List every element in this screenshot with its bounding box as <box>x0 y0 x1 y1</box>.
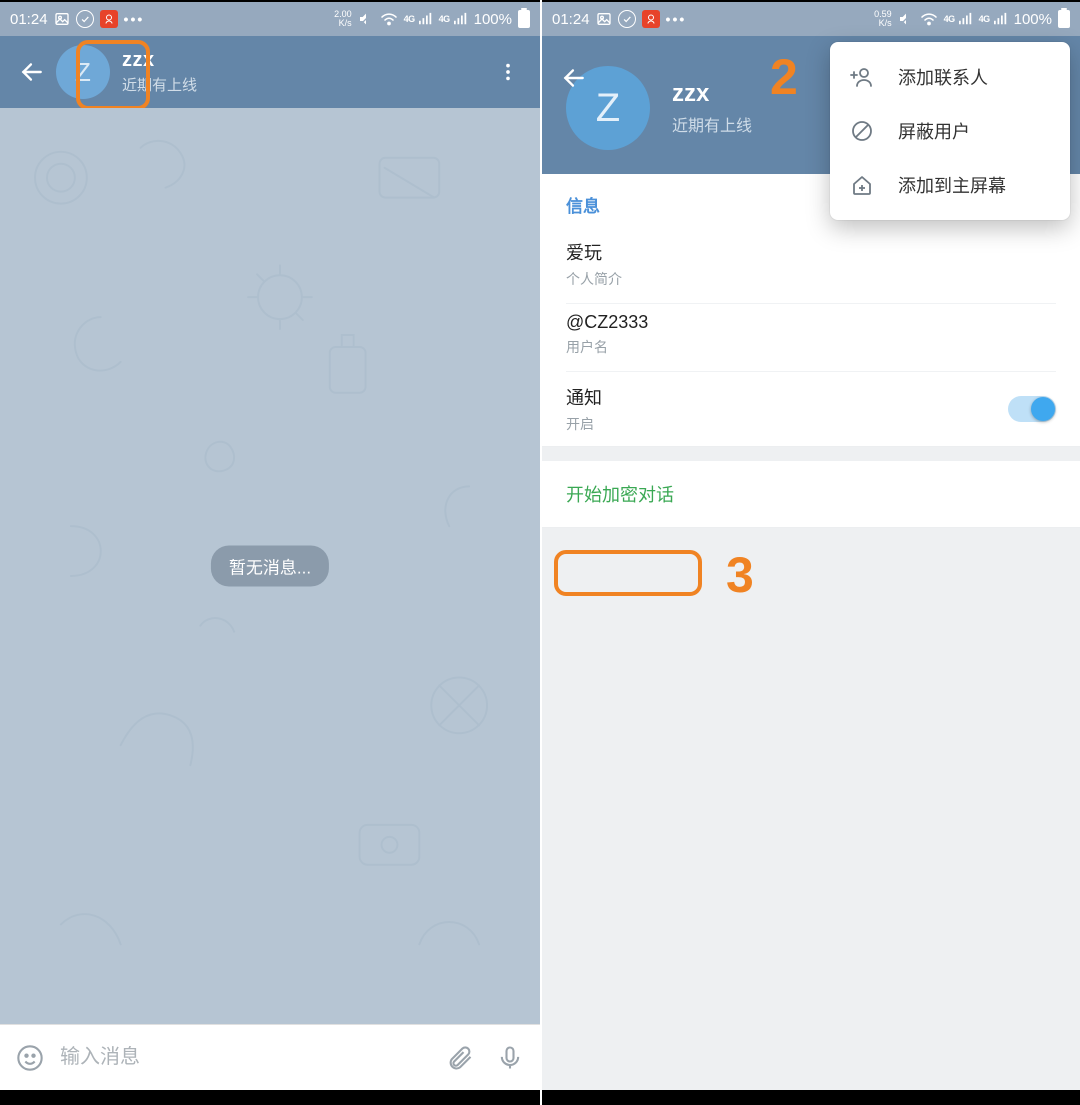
mute-icon <box>358 11 374 27</box>
menu-block-user[interactable]: 屏蔽用户 <box>830 104 1070 158</box>
back-button[interactable] <box>8 48 56 96</box>
emoji-button[interactable] <box>10 1038 50 1078</box>
start-secret-chat[interactable]: 开始加密对话 <box>542 461 1080 528</box>
username-value: @CZ2333 <box>566 312 1056 333</box>
notifications-row[interactable]: 通知 开启 <box>566 372 1056 438</box>
avatar-letter: Z <box>596 86 620 131</box>
chat-background: 暂无消息... <box>0 108 540 1024</box>
message-input-bar <box>0 1024 540 1090</box>
status-bar: 01:24 ••• 2.00 K/s <box>0 0 540 36</box>
username-row[interactable]: @CZ2333 用户名 <box>566 304 1056 372</box>
section-divider <box>542 447 1080 461</box>
block-icon <box>850 119 874 143</box>
network-4g-label-2: 4G <box>979 14 990 24</box>
status-time: 01:24 <box>552 11 590 28</box>
notification-app-icon <box>642 10 660 28</box>
bio-value: 爱玩 <box>566 239 1056 265</box>
start-secret-chat-label: 开始加密对话 <box>566 485 674 505</box>
left-screenshot: 01:24 ••• 2.00 K/s <box>0 0 540 1105</box>
profile-status: 近期有上线 <box>672 112 752 136</box>
battery-percent: 100% <box>474 11 512 28</box>
mic-button[interactable] <box>490 1038 530 1078</box>
more-notifications-icon: ••• <box>666 11 687 27</box>
contact-status: 近期有上线 <box>122 74 197 95</box>
signal-icon-2 <box>994 12 1008 26</box>
empty-chat-message: 暂无消息... <box>211 546 329 587</box>
network-4g-label: 4G <box>944 14 955 24</box>
chat-app-bar: Z zzx 近期有上线 <box>0 36 540 108</box>
contact-avatar[interactable]: Z <box>56 45 110 99</box>
more-notifications-icon: ••• <box>124 11 145 27</box>
image-icon <box>54 11 70 27</box>
image-icon <box>596 11 612 27</box>
back-button[interactable] <box>550 54 598 102</box>
overflow-menu: 添加联系人 屏蔽用户 添加到主屏幕 <box>830 42 1070 220</box>
profile-name: zzx <box>672 80 752 108</box>
network-speed: 0.59 K/s <box>874 10 892 28</box>
attach-button[interactable] <box>440 1038 480 1078</box>
wifi-icon <box>920 12 938 26</box>
android-nav-bar <box>0 1090 540 1105</box>
network-speed: 2.00 K/s <box>334 10 352 28</box>
notifications-status: 开启 <box>566 414 602 434</box>
menu-item-label: 屏蔽用户 <box>898 118 970 144</box>
avatar-letter: Z <box>75 57 91 88</box>
menu-item-label: 添加联系人 <box>898 64 988 90</box>
mute-icon <box>898 11 914 27</box>
notifications-toggle[interactable] <box>1008 396 1056 422</box>
android-nav-bar <box>542 1090 1080 1105</box>
battery-icon <box>1058 10 1070 28</box>
battery-icon <box>518 10 530 28</box>
home-plus-icon <box>850 173 874 197</box>
right-screenshot: 01:24 ••• 0.59 K/s <box>540 0 1080 1105</box>
menu-add-contact[interactable]: 添加联系人 <box>830 50 1070 104</box>
menu-item-label: 添加到主屏幕 <box>898 172 1006 198</box>
network-4g-label-2: 4G <box>439 14 450 24</box>
message-input[interactable] <box>60 1046 430 1069</box>
contact-name: zzx <box>122 49 197 72</box>
annotation-number-3: 3 <box>726 546 754 604</box>
network-4g-label: 4G <box>404 14 415 24</box>
bio-label: 个人简介 <box>566 269 1056 289</box>
wifi-icon <box>380 12 398 26</box>
status-time: 01:24 <box>10 11 48 28</box>
notification-app-icon <box>100 10 118 28</box>
username-label: 用户名 <box>566 337 1056 357</box>
signal-icon <box>419 12 433 26</box>
bio-row[interactable]: 爱玩 个人简介 <box>566 231 1056 304</box>
menu-add-to-homescreen[interactable]: 添加到主屏幕 <box>830 158 1070 212</box>
signal-icon <box>959 12 973 26</box>
add-contact-icon <box>850 65 874 89</box>
signal-icon-2 <box>454 12 468 26</box>
overflow-menu-button[interactable] <box>484 48 532 96</box>
contact-title-block[interactable]: zzx 近期有上线 <box>122 49 197 95</box>
status-bar: 01:24 ••• 0.59 K/s <box>542 0 1080 36</box>
check-circle-icon <box>618 10 636 28</box>
annotation-number-2: 2 <box>770 48 798 106</box>
empty-area <box>542 528 1080 1090</box>
battery-percent: 100% <box>1014 11 1052 28</box>
check-circle-icon <box>76 10 94 28</box>
notifications-title: 通知 <box>566 384 602 410</box>
